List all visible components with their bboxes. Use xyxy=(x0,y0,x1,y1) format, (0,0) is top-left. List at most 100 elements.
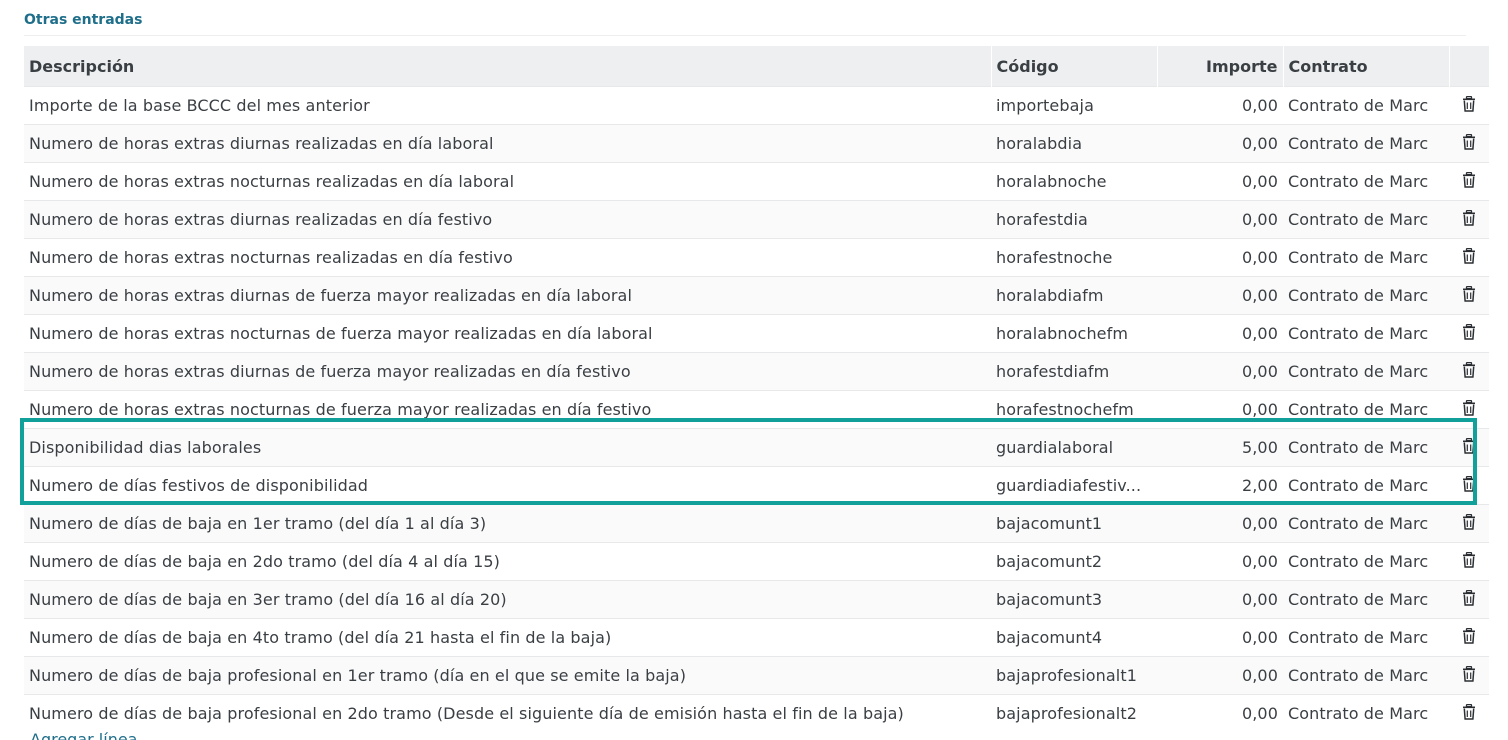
cell-code[interactable]: horafestdia xyxy=(991,200,1157,239)
table-row[interactable]: Numero de horas extras diurnas de fuerza… xyxy=(24,352,1489,391)
cell-description[interactable]: Numero de días de baja en 1er tramo (del… xyxy=(24,504,991,543)
cell-contract[interactable]: Contrato de Marc xyxy=(1283,238,1449,277)
trash-icon[interactable] xyxy=(1462,665,1476,686)
cell-contract[interactable]: Contrato de Marc xyxy=(1283,352,1449,391)
cell-contract[interactable]: Contrato de Marc xyxy=(1283,618,1449,657)
table-row[interactable]: Numero de horas extras diurnas realizada… xyxy=(24,200,1489,239)
cell-description[interactable]: Importe de la base BCCC del mes anterior xyxy=(24,86,991,125)
cell-contract[interactable]: Contrato de Marc xyxy=(1283,276,1449,315)
trash-icon[interactable] xyxy=(1462,361,1476,382)
cell-code[interactable]: horalabdia xyxy=(991,124,1157,163)
cell-contract[interactable]: Contrato de Marc xyxy=(1283,428,1449,467)
table-row[interactable]: Importe de la base BCCC del mes anterior… xyxy=(24,86,1489,125)
trash-icon[interactable] xyxy=(1462,551,1476,572)
cell-code[interactable]: guardiadiafestiv... xyxy=(991,466,1157,505)
column-header-code[interactable]: Código xyxy=(991,46,1158,87)
cell-amount[interactable]: 0,00 xyxy=(1157,542,1283,581)
trash-icon[interactable] xyxy=(1462,589,1476,610)
table-row[interactable]: Numero de horas extras nocturnas de fuer… xyxy=(24,314,1489,353)
cell-contract[interactable]: Contrato de Marc xyxy=(1283,314,1449,353)
trash-icon[interactable] xyxy=(1462,133,1476,154)
trash-icon[interactable] xyxy=(1462,399,1476,420)
cell-contract[interactable]: Contrato de Marc xyxy=(1283,390,1449,429)
cell-description[interactable]: Numero de horas extras diurnas realizada… xyxy=(24,200,991,239)
cell-code[interactable]: bajacomunt4 xyxy=(991,618,1157,657)
trash-icon[interactable] xyxy=(1462,437,1476,458)
table-row[interactable]: Numero de días de baja profesional en 2d… xyxy=(24,694,1489,732)
column-header-amount[interactable]: Importe xyxy=(1157,46,1284,87)
cell-amount[interactable]: 0,00 xyxy=(1157,352,1283,391)
cell-description[interactable]: Numero de días de baja profesional en 2d… xyxy=(24,694,991,732)
cell-contract[interactable]: Contrato de Marc xyxy=(1283,580,1449,619)
table-row[interactable]: Disponibilidad dias laborales guardialab… xyxy=(24,428,1489,467)
table-row[interactable]: Numero de días festivos de disponibilida… xyxy=(24,466,1489,505)
cell-code[interactable]: horafestdiafm xyxy=(991,352,1157,391)
column-header-contract[interactable]: Contrato xyxy=(1283,46,1450,87)
cell-description[interactable]: Numero de días de baja en 2do tramo (del… xyxy=(24,542,991,581)
cell-description[interactable]: Numero de días de baja en 4to tramo (del… xyxy=(24,618,991,657)
trash-icon[interactable] xyxy=(1462,323,1476,344)
cell-amount[interactable]: 0,00 xyxy=(1157,656,1283,695)
cell-description[interactable]: Numero de horas extras diurnas de fuerza… xyxy=(24,276,991,315)
cell-description[interactable]: Numero de días de baja en 3er tramo (del… xyxy=(24,580,991,619)
cell-description[interactable]: Numero de días festivos de disponibilida… xyxy=(24,466,991,505)
table-row[interactable]: Numero de días de baja en 3er tramo (del… xyxy=(24,580,1489,619)
cell-description[interactable]: Numero de horas extras nocturnas realiza… xyxy=(24,238,991,277)
cell-contract[interactable]: Contrato de Marc xyxy=(1283,200,1449,239)
cell-code[interactable]: bajacomunt1 xyxy=(991,504,1157,543)
cell-contract[interactable]: Contrato de Marc xyxy=(1283,504,1449,543)
table-row[interactable]: Numero de horas extras nocturnas realiza… xyxy=(24,162,1489,201)
cell-amount[interactable]: 0,00 xyxy=(1157,238,1283,277)
trash-icon[interactable] xyxy=(1462,627,1476,648)
cell-contract[interactable]: Contrato de Marc xyxy=(1283,162,1449,201)
cell-amount[interactable]: 0,00 xyxy=(1157,124,1283,163)
cell-amount[interactable]: 0,00 xyxy=(1157,618,1283,657)
cell-amount[interactable]: 0,00 xyxy=(1157,694,1283,732)
cell-description[interactable]: Disponibilidad dias laborales xyxy=(24,428,991,467)
cell-code[interactable]: horafestnoche xyxy=(991,238,1157,277)
table-row[interactable]: Numero de horas extras nocturnas realiza… xyxy=(24,238,1489,277)
cell-code[interactable]: bajaprofesionalt2 xyxy=(991,694,1157,732)
cell-contract[interactable]: Contrato de Marc xyxy=(1283,124,1449,163)
column-header-description[interactable]: Descripción xyxy=(24,46,992,87)
add-line-link[interactable]: Agregar línea xyxy=(30,730,137,740)
cell-contract[interactable]: Contrato de Marc xyxy=(1283,466,1449,505)
cell-amount[interactable]: 2,00 xyxy=(1157,466,1283,505)
cell-description[interactable]: Numero de horas extras nocturnas realiza… xyxy=(24,162,991,201)
cell-amount[interactable]: 0,00 xyxy=(1157,504,1283,543)
cell-code[interactable]: guardialaboral xyxy=(991,428,1157,467)
cell-description[interactable]: Numero de horas extras nocturnas de fuer… xyxy=(24,314,991,353)
trash-icon[interactable] xyxy=(1462,171,1476,192)
cell-contract[interactable]: Contrato de Marc xyxy=(1283,694,1449,732)
cell-amount[interactable]: 0,00 xyxy=(1157,162,1283,201)
cell-amount[interactable]: 0,00 xyxy=(1157,200,1283,239)
table-row[interactable]: Numero de días de baja en 1er tramo (del… xyxy=(24,504,1489,543)
cell-code[interactable]: bajacomunt3 xyxy=(991,580,1157,619)
cell-description[interactable]: Numero de horas extras diurnas realizada… xyxy=(24,124,991,163)
table-row[interactable]: Numero de horas extras nocturnas de fuer… xyxy=(24,390,1489,429)
cell-code[interactable]: horafestnochefm xyxy=(991,390,1157,429)
cell-amount[interactable]: 0,00 xyxy=(1157,390,1283,429)
cell-description[interactable]: Numero de horas extras diurnas de fuerza… xyxy=(24,352,991,391)
table-row[interactable]: Numero de horas extras diurnas realizada… xyxy=(24,124,1489,163)
table-row[interactable]: Numero de horas extras diurnas de fuerza… xyxy=(24,276,1489,315)
cell-code[interactable]: bajacomunt2 xyxy=(991,542,1157,581)
cell-contract[interactable]: Contrato de Marc xyxy=(1283,542,1449,581)
trash-icon[interactable] xyxy=(1462,475,1476,496)
trash-icon[interactable] xyxy=(1462,247,1476,268)
cell-code[interactable]: importebaja xyxy=(991,86,1157,125)
cell-contract[interactable]: Contrato de Marc xyxy=(1283,656,1449,695)
cell-code[interactable]: horalabnoche xyxy=(991,162,1157,201)
cell-amount[interactable]: 0,00 xyxy=(1157,86,1283,125)
cell-code[interactable]: horalabdiafm xyxy=(991,276,1157,315)
trash-icon[interactable] xyxy=(1462,95,1476,116)
cell-amount[interactable]: 0,00 xyxy=(1157,276,1283,315)
cell-code[interactable]: horalabnochefm xyxy=(991,314,1157,353)
cell-description[interactable]: Numero de horas extras nocturnas de fuer… xyxy=(24,390,991,429)
cell-description[interactable]: Numero de días de baja profesional en 1e… xyxy=(24,656,991,695)
table-row[interactable]: Numero de días de baja en 4to tramo (del… xyxy=(24,618,1489,657)
cell-contract[interactable]: Contrato de Marc xyxy=(1283,86,1449,125)
cell-code[interactable]: bajaprofesionalt1 xyxy=(991,656,1157,695)
cell-amount[interactable]: 0,00 xyxy=(1157,580,1283,619)
table-row[interactable]: Numero de días de baja en 2do tramo (del… xyxy=(24,542,1489,581)
